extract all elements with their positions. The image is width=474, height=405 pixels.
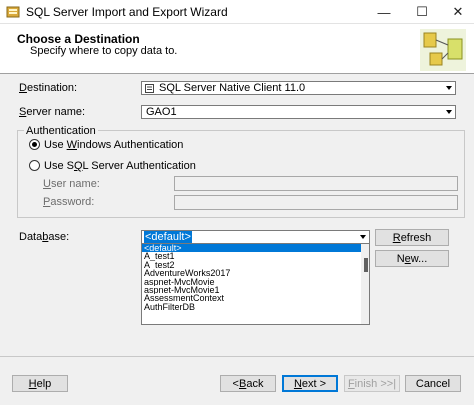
page-subtitle: Specify where to copy data to. [30, 45, 178, 57]
destination-dropdown-button[interactable] [442, 82, 455, 94]
password-input[interactable] [174, 195, 458, 210]
chevron-down-icon [445, 86, 452, 90]
database-label: Database: [19, 231, 70, 243]
list-scrollbar[interactable] [361, 244, 369, 324]
list-item[interactable]: <default> [142, 244, 369, 253]
minimize-icon: — [377, 4, 391, 20]
server-dropdown-button[interactable] [442, 106, 455, 118]
title-bar[interactable]: SQL Server Import and Export Wizard — ☐ … [0, 0, 474, 24]
help-button[interactable]: Help [12, 375, 68, 392]
refresh-button[interactable]: Refresh [375, 229, 449, 246]
destination-value: SQL Server Native Client 11.0 [159, 82, 306, 94]
minimize-button[interactable]: — [366, 0, 402, 24]
list-item[interactable]: AdventureWorks2017 [142, 269, 369, 277]
server-name-label: Server name: [19, 106, 86, 118]
finish-button[interactable]: Finish >>| [344, 375, 400, 392]
windows-auth-label[interactable]: Use Windows Authentication [44, 139, 183, 151]
username-input[interactable] [174, 176, 458, 191]
database-flow-icon [420, 29, 466, 71]
page-title: Choose a Destination [17, 32, 140, 46]
authentication-caption: Authentication [24, 125, 98, 137]
list-item[interactable]: A_test2 [142, 261, 369, 269]
database-select[interactable]: <default> [141, 230, 370, 244]
close-button[interactable]: ✕ [440, 0, 474, 24]
database-dropdown-button[interactable] [356, 231, 369, 243]
cancel-button[interactable]: Cancel [405, 375, 461, 392]
sql-auth-radio[interactable] [29, 160, 40, 171]
chevron-down-icon [445, 110, 452, 114]
windows-auth-radio[interactable] [29, 139, 40, 150]
chevron-down-icon [359, 235, 366, 239]
back-button[interactable]: < Back [220, 375, 276, 392]
server-name-select[interactable]: GAO1 [141, 105, 456, 119]
maximize-icon: ☐ [416, 4, 428, 19]
sql-auth-label[interactable]: Use SQL Server Authentication [44, 160, 196, 172]
close-icon: ✕ [452, 4, 464, 19]
scrollbar-thumb[interactable] [364, 258, 368, 272]
database-dropdown-list[interactable]: <default> A_test1 A_test2 AdventureWorks… [141, 243, 370, 325]
password-label: Password: [43, 196, 95, 208]
list-item[interactable]: aspnet-MvcMovie1 [142, 286, 369, 294]
server-name-value: GAO1 [146, 106, 177, 118]
new-database-button[interactable]: Ne w... [375, 250, 449, 267]
list-item[interactable]: AuthFilterDB [142, 303, 369, 311]
provider-icon [145, 84, 154, 93]
wizard-app-icon [6, 6, 20, 18]
list-item[interactable]: aspnet-MvcMovie [142, 278, 369, 286]
window-title: SQL Server Import and Export Wizard [26, 5, 228, 19]
wizard-header: Choose a Destination Specify where to co… [0, 24, 474, 74]
destination-label: Destination: [19, 82, 78, 94]
list-item[interactable]: A_test1 [142, 252, 369, 260]
destination-select[interactable]: SQL Server Native Client 11.0 [141, 81, 456, 95]
username-label: User name: [43, 178, 100, 190]
radio-selected-dot [32, 142, 37, 147]
maximize-button[interactable]: ☐ [404, 0, 440, 24]
list-item[interactable]: AssessmentContext [142, 294, 369, 302]
next-button[interactable]: Next > [282, 375, 338, 392]
